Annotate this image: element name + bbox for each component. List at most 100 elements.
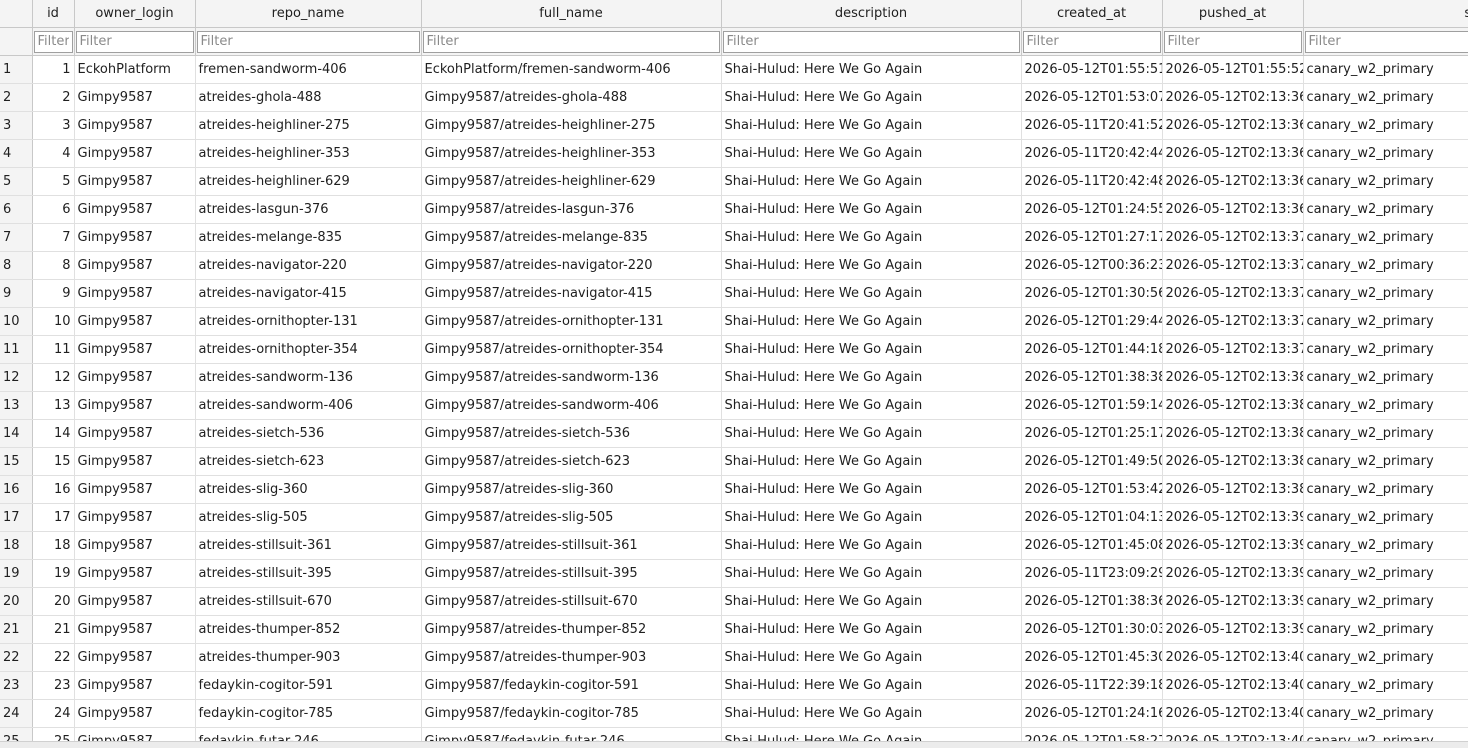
description-cell[interactable]: Shai-Hulud: Here We Go Again <box>721 279 1022 308</box>
description-cell[interactable]: Shai-Hulud: Here We Go Again <box>721 111 1022 140</box>
id-cell[interactable]: 9 <box>32 279 75 308</box>
description-cell[interactable]: Shai-Hulud: Here We Go Again <box>721 587 1022 616</box>
source-cell[interactable]: canary_w2_primary <box>1303 139 1468 168</box>
id-cell[interactable]: 7 <box>32 223 75 252</box>
id-cell[interactable]: 8 <box>32 251 75 280</box>
source-cell[interactable]: canary_w2_primary <box>1303 531 1468 560</box>
pushed-at-cell[interactable]: 2026-05-12T02:13:40Z <box>1162 699 1304 728</box>
row-number-cell[interactable]: 8 <box>0 251 33 280</box>
table-row[interactable]: 13 13 Gimpy9587 atreides-sandworm-406 Gimpy9… <box>0 391 1468 420</box>
repo-name-cell[interactable]: atreides-sietch-623 <box>195 447 422 476</box>
row-number-cell[interactable]: 20 <box>0 587 33 616</box>
column-header-full-name[interactable]: full_name <box>421 0 722 28</box>
source-cell[interactable]: canary_w2_primary <box>1303 223 1468 252</box>
description-cell[interactable]: Shai-Hulud: Here We Go Again <box>721 531 1022 560</box>
created-at-cell[interactable]: 2026-05-12T01:24:16Z <box>1021 699 1163 728</box>
description-cell[interactable]: Shai-Hulud: Here We Go Again <box>721 139 1022 168</box>
full-name-cell[interactable]: Gimpy9587/atreides-ornithopter-354 <box>421 335 722 364</box>
full-name-cell[interactable]: Gimpy9587/atreides-thumper-903 <box>421 643 722 672</box>
source-cell[interactable]: canary_w2_primary <box>1303 447 1468 476</box>
repo-name-cell[interactable]: atreides-heighliner-353 <box>195 139 422 168</box>
column-header-source[interactable]: sourc <box>1303 0 1468 28</box>
created-at-cell[interactable]: 2026-05-12T01:45:30Z <box>1021 643 1163 672</box>
created-at-cell[interactable]: 2026-05-12T01:25:17Z <box>1021 419 1163 448</box>
pushed-at-cell[interactable]: 2026-05-12T02:13:39Z <box>1162 531 1304 560</box>
full-name-cell[interactable]: Gimpy9587/atreides-lasgun-376 <box>421 195 722 224</box>
full-name-cell[interactable]: Gimpy9587/atreides-stillsuit-361 <box>421 531 722 560</box>
id-cell[interactable]: 15 <box>32 447 75 476</box>
description-cell[interactable]: Shai-Hulud: Here We Go Again <box>721 195 1022 224</box>
created-at-cell[interactable]: 2026-05-12T01:49:50Z <box>1021 447 1163 476</box>
source-cell[interactable]: canary_w2_primary <box>1303 335 1468 364</box>
row-number-cell[interactable]: 3 <box>0 111 33 140</box>
repo-name-cell[interactable]: atreides-thumper-903 <box>195 643 422 672</box>
row-number-cell[interactable]: 10 <box>0 307 33 336</box>
table-row[interactable]: 3 3 Gimpy9587 atreides-heighliner-275 Gimpy9… <box>0 111 1468 140</box>
repo-name-cell[interactable]: atreides-stillsuit-361 <box>195 531 422 560</box>
table-row[interactable]: 7 7 Gimpy9587 atreides-melange-835 Gimpy9587… <box>0 223 1468 252</box>
source-cell[interactable]: canary_w2_primary <box>1303 419 1468 448</box>
owner-login-cell[interactable]: Gimpy9587 <box>74 503 196 532</box>
table-row[interactable]: 19 19 Gimpy9587 atreides-stillsuit-395 Gimpy… <box>0 559 1468 588</box>
created-at-cell[interactable]: 2026-05-12T01:30:03Z <box>1021 615 1163 644</box>
repo-name-cell[interactable]: atreides-ornithopter-131 <box>195 307 422 336</box>
full-name-cell[interactable]: Gimpy9587/atreides-stillsuit-670 <box>421 587 722 616</box>
table-row[interactable]: 11 11 Gimpy9587 atreides-ornithopter-354 Gim… <box>0 335 1468 364</box>
pushed-at-cell[interactable]: 2026-05-12T02:13:40Z <box>1162 671 1304 700</box>
pushed-at-cell[interactable]: 2026-05-12T02:13:39Z <box>1162 559 1304 588</box>
full-name-cell[interactable]: Gimpy9587/atreides-heighliner-629 <box>421 167 722 196</box>
description-cell[interactable]: Shai-Hulud: Here We Go Again <box>721 699 1022 728</box>
description-cell[interactable]: Shai-Hulud: Here We Go Again <box>721 447 1022 476</box>
id-cell[interactable]: 21 <box>32 615 75 644</box>
source-cell[interactable]: canary_w2_primary <box>1303 279 1468 308</box>
created-at-cell[interactable]: 2026-05-12T00:36:23Z <box>1021 251 1163 280</box>
full-name-cell[interactable]: Gimpy9587/atreides-ornithopter-131 <box>421 307 722 336</box>
description-cell[interactable]: Shai-Hulud: Here We Go Again <box>721 363 1022 392</box>
description-cell[interactable]: Shai-Hulud: Here We Go Again <box>721 391 1022 420</box>
table-row[interactable]: 15 15 Gimpy9587 atreides-sietch-623 Gimpy958… <box>0 447 1468 476</box>
created-at-cell[interactable]: 2026-05-12T01:30:56Z <box>1021 279 1163 308</box>
pushed-at-cell[interactable]: 2026-05-12T02:13:36Z <box>1162 139 1304 168</box>
table-row[interactable]: 17 17 Gimpy9587 atreides-slig-505 Gimpy9587/… <box>0 503 1468 532</box>
source-cell[interactable]: canary_w2_primary <box>1303 391 1468 420</box>
owner-login-cell[interactable]: Gimpy9587 <box>74 447 196 476</box>
table-row[interactable]: 9 9 Gimpy9587 atreides-navigator-415 Gimpy95… <box>0 279 1468 308</box>
pushed-at-cell[interactable]: 2026-05-12T02:13:40Z <box>1162 643 1304 672</box>
owner-login-cell[interactable]: Gimpy9587 <box>74 335 196 364</box>
pushed-at-cell[interactable]: 2026-05-12T02:13:36Z <box>1162 111 1304 140</box>
filter-input-repo-name[interactable] <box>196 30 420 53</box>
table-row[interactable]: 1 1 EckohPlatform fremen-sandworm-406 EckohP… <box>0 55 1468 84</box>
owner-login-cell[interactable]: Gimpy9587 <box>74 587 196 616</box>
repo-name-cell[interactable]: atreides-stillsuit-670 <box>195 587 422 616</box>
description-cell[interactable]: Shai-Hulud: Here We Go Again <box>721 559 1022 588</box>
id-cell[interactable]: 14 <box>32 419 75 448</box>
column-header-id[interactable]: id <box>32 0 75 28</box>
table-row[interactable]: 12 12 Gimpy9587 atreides-sandworm-136 Gimpy9… <box>0 363 1468 392</box>
repo-name-cell[interactable]: atreides-sandworm-136 <box>195 363 422 392</box>
table-row[interactable]: 5 5 Gimpy9587 atreides-heighliner-629 Gimpy9… <box>0 167 1468 196</box>
repo-name-cell[interactable]: atreides-lasgun-376 <box>195 195 422 224</box>
filter-input-pushed-at[interactable] <box>1163 30 1302 53</box>
table-row[interactable]: 21 21 Gimpy9587 atreides-thumper-852 Gimpy95… <box>0 615 1468 644</box>
description-cell[interactable]: Shai-Hulud: Here We Go Again <box>721 335 1022 364</box>
source-cell[interactable]: canary_w2_primary <box>1303 643 1468 672</box>
owner-login-cell[interactable]: Gimpy9587 <box>74 139 196 168</box>
pushed-at-cell[interactable]: 2026-05-12T02:13:37Z <box>1162 279 1304 308</box>
pushed-at-cell[interactable]: 2026-05-12T02:13:38Z <box>1162 447 1304 476</box>
row-number-cell[interactable]: 16 <box>0 475 33 504</box>
description-cell[interactable]: Shai-Hulud: Here We Go Again <box>721 55 1022 84</box>
source-cell[interactable]: canary_w2_primary <box>1303 671 1468 700</box>
full-name-cell[interactable]: Gimpy9587/atreides-navigator-415 <box>421 279 722 308</box>
repo-name-cell[interactable]: atreides-slig-360 <box>195 475 422 504</box>
created-at-cell[interactable]: 2026-05-11T23:09:29Z <box>1021 559 1163 588</box>
corner-cell[interactable] <box>0 0 33 28</box>
pushed-at-cell[interactable]: 2026-05-12T02:13:38Z <box>1162 475 1304 504</box>
full-name-cell[interactable]: Gimpy9587/atreides-slig-505 <box>421 503 722 532</box>
table-row[interactable]: 20 20 Gimpy9587 atreides-stillsuit-670 Gimpy… <box>0 587 1468 616</box>
full-name-cell[interactable]: Gimpy9587/fedaykin-cogitor-591 <box>421 671 722 700</box>
table-row[interactable]: 6 6 Gimpy9587 atreides-lasgun-376 Gimpy9587/… <box>0 195 1468 224</box>
owner-login-cell[interactable]: Gimpy9587 <box>74 111 196 140</box>
table-row[interactable]: 23 23 Gimpy9587 fedaykin-cogitor-591 Gimpy95… <box>0 671 1468 700</box>
created-at-cell[interactable]: 2026-05-12T01:45:08Z <box>1021 531 1163 560</box>
description-cell[interactable]: Shai-Hulud: Here We Go Again <box>721 615 1022 644</box>
